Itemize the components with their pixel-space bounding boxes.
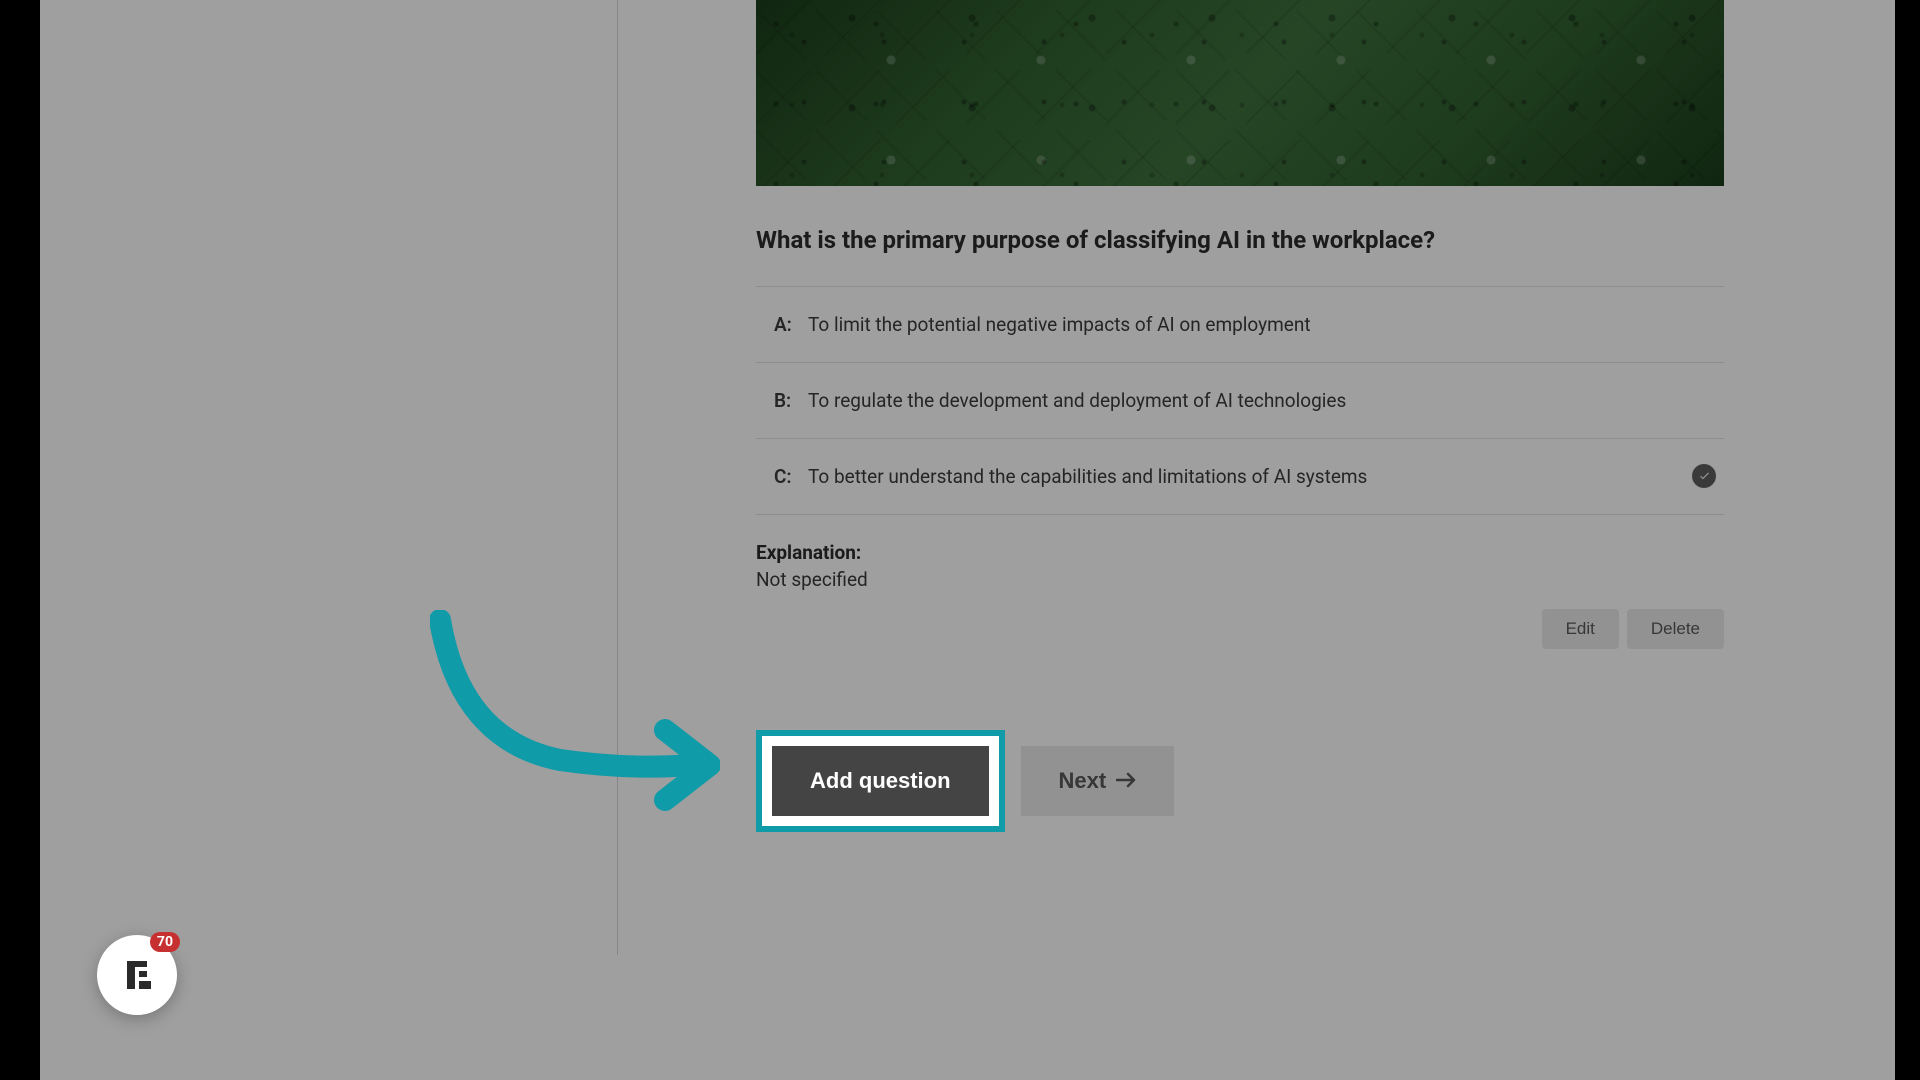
tutorial-arrow-annotation [430, 610, 720, 824]
tutorial-highlight-frame: Add question [756, 730, 1005, 832]
answer-row[interactable]: B: To regulate the development and deplo… [756, 363, 1724, 439]
bottom-button-row: Add question Next [756, 730, 1174, 832]
circuit-board-image [756, 0, 1724, 186]
answer-row[interactable]: C: To better understand the capabilities… [756, 439, 1724, 515]
arrow-right-icon [1116, 768, 1136, 794]
answers-list: A: To limit the potential negative impac… [756, 286, 1724, 515]
floating-help-badge[interactable]: 70 [97, 935, 177, 1015]
answer-letter: C: [774, 465, 808, 488]
question-text: What is the primary purpose of classifyi… [756, 224, 1724, 258]
correct-answer-check-icon [1692, 464, 1716, 488]
app-logo-icon [113, 951, 161, 999]
answer-text: To regulate the development and deployme… [808, 389, 1346, 412]
answer-text: To better understand the capabilities an… [808, 465, 1367, 488]
explanation-text: Not specified [756, 568, 1724, 591]
question-content-area: What is the primary purpose of classifyi… [756, 0, 1724, 649]
question-image [756, 0, 1724, 186]
explanation-label: Explanation: [756, 541, 1724, 564]
answer-row[interactable]: A: To limit the potential negative impac… [756, 287, 1724, 363]
answer-text: To limit the potential negative impacts … [808, 313, 1311, 336]
add-question-button[interactable]: Add question [772, 746, 989, 816]
answer-letter: A: [774, 313, 808, 336]
page-container: What is the primary purpose of classifyi… [40, 0, 1895, 1080]
explanation-section: Explanation: Not specified [756, 541, 1724, 591]
edit-button[interactable]: Edit [1542, 609, 1619, 649]
notification-badge: 70 [150, 932, 180, 952]
answer-letter: B: [774, 389, 808, 412]
delete-button[interactable]: Delete [1627, 609, 1724, 649]
next-button-label: Next [1059, 768, 1107, 794]
question-action-buttons: Edit Delete [756, 609, 1724, 649]
next-button[interactable]: Next [1021, 746, 1175, 816]
